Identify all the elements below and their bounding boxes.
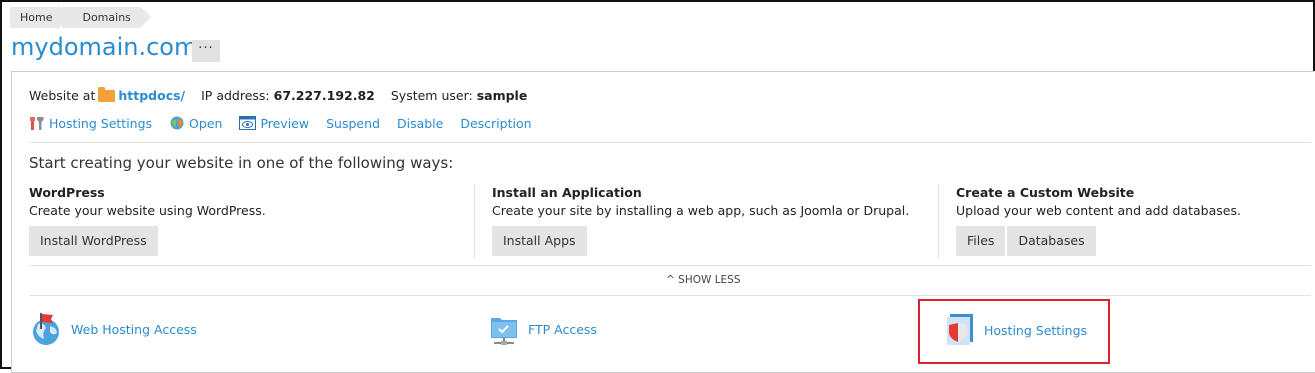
- breadcrumb-home[interactable]: Home: [10, 7, 72, 28]
- install-wordpress-button[interactable]: Install WordPress: [29, 226, 158, 256]
- description-link[interactable]: Description: [460, 116, 531, 131]
- web-hosting-access-label: Web Hosting Access: [71, 321, 197, 337]
- custom-desc: Upload your web content and add database…: [956, 203, 1241, 218]
- hosting-settings-link[interactable]: Hosting Settings: [29, 116, 152, 131]
- domain-actions: Hosting Settings Open Preview Suspend Di…: [29, 115, 549, 131]
- wordpress-title: WordPress: [29, 185, 105, 200]
- app-title: Install an Application: [492, 185, 642, 200]
- open-link[interactable]: Open: [169, 115, 222, 131]
- globe-flag-icon: [33, 313, 59, 345]
- app-section: Install an Application Create your site …: [492, 184, 909, 256]
- start-heading: Start creating your website in one of th…: [29, 154, 454, 172]
- column-divider: [938, 184, 939, 258]
- web-hosting-access-tool[interactable]: Web Hosting Access: [31, 312, 197, 346]
- ip-value: 67.227.192.82: [273, 88, 375, 103]
- disable-link[interactable]: Disable: [397, 116, 443, 131]
- install-apps-button[interactable]: Install Apps: [492, 226, 587, 256]
- open-label: Open: [189, 115, 223, 131]
- breadcrumb-domains[interactable]: Domains: [62, 7, 152, 28]
- suspend-link[interactable]: Suspend: [326, 116, 380, 131]
- system-user-value: sample: [476, 88, 528, 103]
- divider: [29, 265, 1311, 266]
- httpdocs-link[interactable]: httpdocs/: [118, 88, 185, 103]
- divider: [29, 295, 1311, 296]
- more-button[interactable]: ···: [192, 40, 220, 62]
- files-button[interactable]: Files: [956, 226, 1006, 256]
- ftp-access-tool[interactable]: FTP Access: [490, 312, 597, 346]
- folder-icon: [98, 86, 116, 102]
- ftp-access-label: FTP Access: [528, 321, 597, 337]
- hosting-settings-label: Hosting Settings: [49, 115, 153, 131]
- chevron-up-icon: ^: [666, 274, 675, 286]
- custom-title: Create a Custom Website: [956, 185, 1135, 200]
- wordpress-section: WordPress Create your website using Word…: [29, 184, 266, 256]
- preview-link[interactable]: Preview: [239, 116, 309, 131]
- highlight-box: [918, 299, 1110, 364]
- domain-info-line: Website at httpdocs/ IP address: 67.227.…: [29, 86, 528, 103]
- custom-section: Create a Custom Website Upload your web …: [956, 184, 1241, 256]
- show-less-label: SHOW LESS: [678, 274, 741, 286]
- page-title: mydomain.com: [11, 33, 198, 61]
- preview-icon: [239, 116, 257, 130]
- globe-open-icon: [170, 116, 185, 130]
- system-user-label: System user:: [390, 88, 473, 103]
- divider: [29, 142, 1311, 143]
- ip-label: IP address:: [201, 88, 270, 103]
- ftp-folder-icon: [491, 318, 517, 345]
- preview-label: Preview: [260, 115, 310, 131]
- website-at-label: Website at: [29, 88, 96, 103]
- app-desc: Create your site by installing a web app…: [492, 203, 910, 218]
- wordpress-desc: Create your website using WordPress.: [29, 203, 266, 218]
- tools-icon: [30, 116, 44, 130]
- databases-button[interactable]: Databases: [1007, 226, 1096, 256]
- show-less-toggle[interactable]: ^ SHOW LESS: [666, 274, 741, 286]
- breadcrumb: Home Domains: [10, 7, 152, 28]
- column-divider: [474, 184, 475, 258]
